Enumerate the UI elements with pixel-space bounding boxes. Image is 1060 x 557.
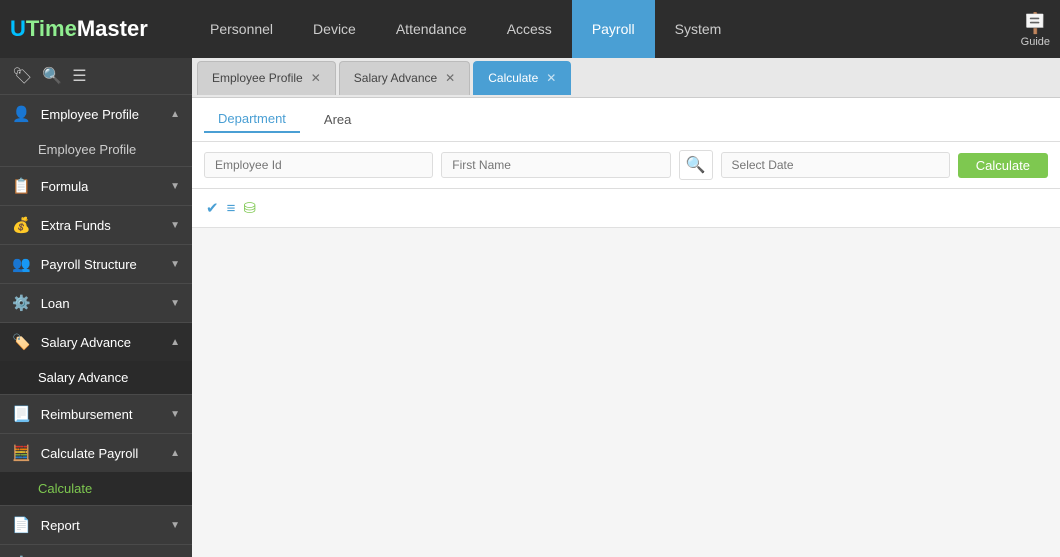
sidebar-employee-profile-label: Employee Profile	[41, 107, 139, 122]
content-area: Employee Profile ✕ Salary Advance ✕ Calc…	[192, 58, 1060, 557]
extra-funds-icon: 💰	[12, 216, 31, 234]
tab-calculate[interactable]: Calculate ✕	[473, 61, 571, 95]
chevron-up-icon: ▲	[170, 109, 180, 120]
nav-payroll[interactable]: Payroll	[572, 0, 655, 58]
main-content	[192, 228, 1060, 557]
tab-calculate-close[interactable]: ✕	[546, 72, 556, 84]
section-salary-advance: 🏷️ Salary Advance ▲ Salary Advance	[0, 323, 192, 395]
sidebar-report-label: Report	[41, 518, 80, 533]
logo-time: Time	[26, 16, 77, 42]
employee-profile-icon: 👤	[12, 105, 31, 123]
chevron-down-icon5: ▼	[170, 409, 180, 420]
sidebar-payroll-structure-header[interactable]: 👥 Payroll Structure ▼	[0, 245, 192, 283]
sidebar-extra-funds-header[interactable]: 💰 Extra Funds ▼	[0, 206, 192, 244]
department-button[interactable]: Department	[204, 106, 300, 133]
tab-employee-profile-label: Employee Profile	[212, 71, 303, 85]
chevron-down-icon4: ▼	[170, 298, 180, 309]
tab-employee-profile-close[interactable]: ✕	[311, 72, 321, 84]
sidebar-report-header[interactable]: 📄 Report ▼	[0, 506, 192, 544]
sidebar-configurations-header[interactable]: ⚙️ Configurations ▼	[0, 545, 192, 557]
chevron-up-icon3: ▲	[170, 448, 180, 459]
area-button[interactable]: Area	[310, 107, 365, 132]
chevron-up-icon2: ▲	[170, 337, 180, 348]
section-calculate-payroll: 🧮 Calculate Payroll ▲ Calculate	[0, 434, 192, 506]
sidebar-item-employee-profile[interactable]: Employee Profile	[0, 133, 192, 166]
check-icon[interactable]: ✔	[206, 199, 219, 217]
section-formula: 📋 Formula ▼	[0, 167, 192, 206]
tab-calculate-label: Calculate	[488, 71, 538, 85]
chevron-down-icon2: ▼	[170, 220, 180, 231]
tab-salary-advance[interactable]: Salary Advance ✕	[339, 61, 470, 95]
section-employee-profile: 👤 Employee Profile ▲ Employee Profile	[0, 95, 192, 167]
main-layout: 🏷 🔍 ☰ 👤 Employee Profile ▲ Employee Prof…	[0, 58, 1060, 557]
chevron-down-icon: ▼	[170, 181, 180, 192]
tab-employee-profile[interactable]: Employee Profile ✕	[197, 61, 336, 95]
content-toolbar: Department Area	[192, 98, 1060, 142]
sidebar-calculate-payroll-header[interactable]: 🧮 Calculate Payroll ▲	[0, 434, 192, 472]
salary-advance-icon: 🏷️	[12, 333, 31, 351]
logo: U Time Master	[10, 16, 170, 42]
report-icon: 📄	[12, 516, 31, 534]
sidebar-employee-profile-header[interactable]: 👤 Employee Profile ▲	[0, 95, 192, 133]
nav-device[interactable]: Device	[293, 0, 376, 58]
sidebar-salary-advance-label: Salary Advance	[41, 335, 131, 350]
section-reimbursement: 📃 Reimbursement ▼	[0, 395, 192, 434]
sidebar-loan-header[interactable]: ⚙️ Loan ▼	[0, 284, 192, 322]
sidebar-calculate-payroll-label: Calculate Payroll	[41, 446, 139, 461]
employee-id-input[interactable]	[204, 152, 433, 178]
section-payroll-structure: 👥 Payroll Structure ▼	[0, 245, 192, 284]
nav-items: Personnel Device Attendance Access Payro…	[190, 0, 1021, 58]
calculate-button[interactable]: Calculate	[958, 153, 1048, 178]
sidebar-item-calculate[interactable]: Calculate	[0, 472, 192, 505]
search-icon: 🔍	[686, 155, 706, 175]
select-date-input[interactable]	[721, 152, 950, 178]
sidebar: 🏷 🔍 ☰ 👤 Employee Profile ▲ Employee Prof…	[0, 58, 192, 557]
guide-button[interactable]: 🪧 Guide	[1021, 11, 1050, 48]
calculate-payroll-icon: 🧮	[12, 444, 31, 462]
nav-attendance[interactable]: Attendance	[376, 0, 487, 58]
tab-salary-advance-label: Salary Advance	[354, 71, 437, 85]
sidebar-formula-label: Formula	[41, 179, 89, 194]
tab-salary-advance-close[interactable]: ✕	[445, 72, 455, 84]
chevron-down-icon6: ▼	[170, 520, 180, 531]
logo-u: U	[10, 16, 26, 42]
guide-icon: 🪧	[1023, 11, 1048, 36]
tab-bar: Employee Profile ✕ Salary Advance ✕ Calc…	[192, 58, 1060, 98]
loan-icon: ⚙️	[12, 294, 31, 312]
guide-label: Guide	[1021, 36, 1050, 48]
logo-master: Master	[77, 16, 148, 42]
sidebar-reimbursement-label: Reimbursement	[41, 407, 133, 422]
list-icon[interactable]: ☰	[72, 66, 86, 86]
list-view-icon[interactable]: ≡	[227, 200, 236, 217]
sidebar-item-salary-advance[interactable]: Salary Advance	[0, 361, 192, 394]
sidebar-toolbar: 🏷 🔍 ☰	[0, 58, 192, 95]
org-chart-icon[interactable]: ⛁	[243, 199, 256, 217]
chevron-down-icon3: ▼	[170, 259, 180, 270]
sidebar-reimbursement-header[interactable]: 📃 Reimbursement ▼	[0, 395, 192, 433]
section-extra-funds: 💰 Extra Funds ▼	[0, 206, 192, 245]
sidebar-loan-label: Loan	[41, 296, 70, 311]
sidebar-salary-advance-header[interactable]: 🏷️ Salary Advance ▲	[0, 323, 192, 361]
section-report: 📄 Report ▼	[0, 506, 192, 545]
nav-system[interactable]: System	[655, 0, 742, 58]
sidebar-formula-header[interactable]: 📋 Formula ▼	[0, 167, 192, 205]
reimbursement-icon: 📃	[12, 405, 31, 423]
search-icon[interactable]: 🔍	[42, 66, 62, 86]
sidebar-payroll-structure-label: Payroll Structure	[41, 257, 137, 272]
section-loan: ⚙️ Loan ▼	[0, 284, 192, 323]
nav-personnel[interactable]: Personnel	[190, 0, 293, 58]
first-name-input[interactable]	[441, 152, 670, 178]
filter-bar: 🔍 Calculate	[192, 142, 1060, 189]
navbar: U Time Master Personnel Device Attendanc…	[0, 0, 1060, 58]
payroll-structure-icon: 👥	[12, 255, 31, 273]
tag-icon[interactable]: 🏷	[12, 66, 32, 86]
sidebar-extra-funds-label: Extra Funds	[41, 218, 111, 233]
search-button[interactable]: 🔍	[679, 150, 713, 180]
sub-view-row: ✔ ≡ ⛁	[192, 189, 1060, 228]
nav-access[interactable]: Access	[487, 0, 572, 58]
section-configurations: ⚙️ Configurations ▼	[0, 545, 192, 557]
formula-icon: 📋	[12, 177, 31, 195]
